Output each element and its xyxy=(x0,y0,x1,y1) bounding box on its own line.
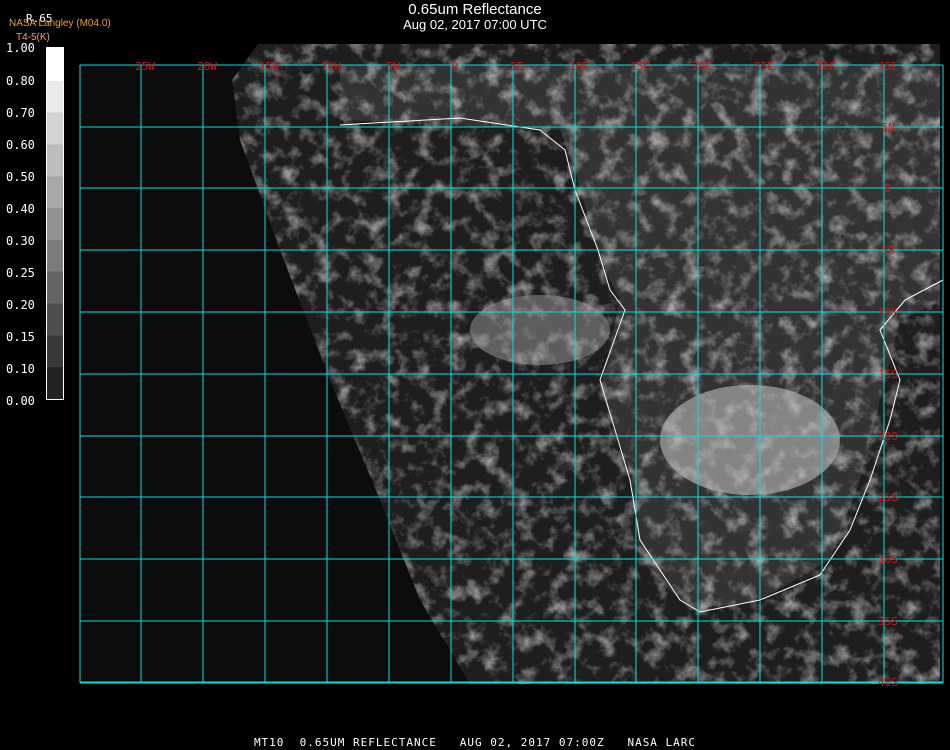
satellite-map[interactable]: 25W 20W 15W 10W 5W 0 5E 10E 15E 20E 25E 30E 35E 5N 0 5S… xyxy=(0,0,950,750)
grid-label: 15S xyxy=(878,368,898,381)
grid-label: 10W xyxy=(321,60,341,73)
grid-label: 15E xyxy=(630,60,650,73)
grid-label: 30E xyxy=(816,60,836,73)
grid-label: 25E xyxy=(754,60,774,73)
grid-label: 20W xyxy=(197,60,217,73)
grid-label: 5E xyxy=(510,60,523,73)
grid-label: 35S xyxy=(878,615,898,628)
grid-label: 20S xyxy=(878,430,898,443)
footer-caption: MT10 0.65UM REFLECTANCE AUG 02, 2017 07:… xyxy=(253,736,697,749)
grid-label: 25W xyxy=(135,60,155,73)
grid-label: 15W xyxy=(259,60,279,73)
grid-label: 5S xyxy=(881,244,894,257)
grid-label: 5N xyxy=(881,121,894,134)
grid-label: 20E xyxy=(692,60,712,73)
grid-label: 40S xyxy=(878,676,898,689)
grid-label: 0 xyxy=(452,60,459,73)
grid-label: 10S xyxy=(878,306,898,319)
grid-label: 25S xyxy=(878,491,898,504)
grid-label: 0 xyxy=(885,182,892,195)
grid-label: 30S xyxy=(878,553,898,566)
grid-label: 10E xyxy=(569,60,589,73)
grid-label: 35E xyxy=(878,60,898,73)
grid-label: 5W xyxy=(386,60,400,73)
